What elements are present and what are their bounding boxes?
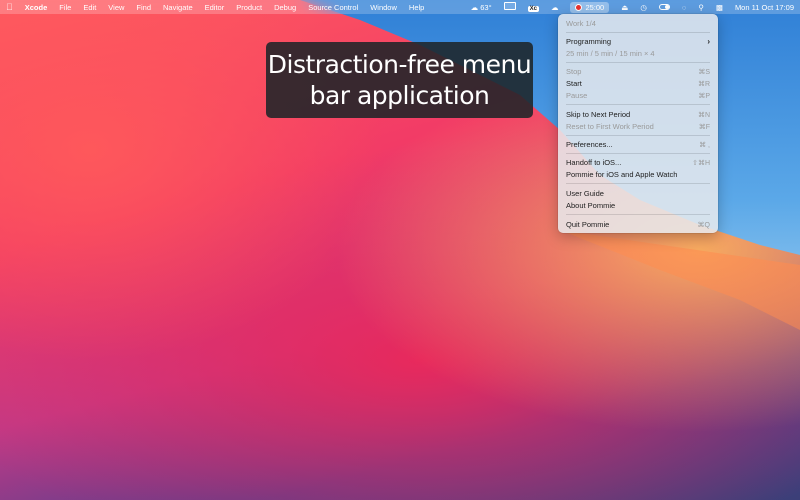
menu-separator	[566, 214, 710, 215]
clock-label[interactable]: Mon 11 Oct 17:09	[729, 3, 800, 12]
cloud-status-item[interactable]: ☁	[545, 3, 565, 12]
menu-separator	[566, 153, 710, 154]
menu-file[interactable]: File	[53, 3, 77, 12]
menu-separator	[566, 135, 710, 136]
control-center-toggle-icon[interactable]	[653, 3, 676, 12]
programming-label: Programming	[566, 37, 612, 46]
menu-help[interactable]: Help	[403, 3, 430, 12]
timer-label: 25:00	[585, 2, 605, 12]
globe-icon[interactable]: ◌	[676, 3, 692, 12]
menu-navigate[interactable]: Navigate	[157, 3, 199, 12]
menu-source-control[interactable]: Source Control	[302, 3, 364, 12]
menu-separator	[566, 183, 710, 184]
caption-line-1: Distraction-free menu	[267, 50, 532, 79]
weather-temp: 63°	[480, 2, 492, 12]
menu-item-quit[interactable]: Quit Pommie ⌘Q	[566, 219, 710, 230]
menu-item-skip[interactable]: Skip to Next Period ⌘N	[566, 109, 710, 120]
menu-item-reset[interactable]: Reset to First Work Period ⌘F	[566, 121, 710, 132]
menu-item-pommie-ios[interactable]: Pommie for iOS and Apple Watch	[566, 169, 710, 180]
menu-item-preferences[interactable]: Preferences... ⌘ ,	[566, 139, 710, 150]
xcode-status-item[interactable]: Xc	[522, 3, 545, 12]
promo-caption: Distraction-free menu bar application	[266, 42, 533, 118]
menu-editor[interactable]: Editor	[199, 3, 231, 12]
eject-icon[interactable]: ⏏	[615, 3, 634, 12]
menu-window[interactable]: Window	[364, 3, 403, 12]
caption-line-2: bar application	[309, 81, 490, 110]
menu-product[interactable]: Product	[230, 3, 268, 12]
menu-item-about[interactable]: About Pommie	[566, 200, 710, 211]
menu-item-pause[interactable]: Pause ⌘P	[566, 90, 710, 101]
menu-edit[interactable]: Edit	[77, 3, 102, 12]
blank-status-item[interactable]	[498, 2, 522, 12]
menu-item-programming[interactable]: Programming ›	[566, 36, 710, 47]
tomato-icon	[575, 3, 583, 11]
menu-find[interactable]: Find	[130, 3, 157, 12]
menu-item-handoff[interactable]: Handoff to iOS... ⇧⌘H	[566, 157, 710, 168]
menu-separator	[566, 62, 710, 63]
menu-view[interactable]: View	[102, 3, 130, 12]
apple-menu-icon[interactable]: 	[0, 2, 19, 12]
menu-header-work: Work 1/4	[566, 19, 596, 28]
menu-durations: 25 min / 5 min / 15 min × 4	[566, 49, 655, 58]
menu-item-user-guide[interactable]: User Guide	[566, 188, 710, 199]
app-menu[interactable]: Xcode	[19, 3, 54, 12]
menu-debug[interactable]: Debug	[268, 3, 302, 12]
time-machine-icon[interactable]: ◷	[634, 3, 653, 12]
menu-separator	[566, 32, 710, 33]
weather-status[interactable]: ☁ 63°	[465, 3, 498, 12]
display-icon[interactable]: ▩	[710, 3, 729, 12]
status-area: ☁ 63° Xc ☁ 25:00 ⏏ ◷ ◌ ⚲ ▩ Mon 11 Oct 17…	[465, 0, 800, 14]
chevron-right-icon: ›	[707, 37, 710, 46]
menu-item-stop[interactable]: Stop ⌘S	[566, 66, 710, 77]
cloud-icon: ☁	[550, 2, 559, 12]
pommie-dropdown-menu: Work 1/4 Programming › 25 min / 5 min / …	[558, 14, 718, 233]
menu-item-start[interactable]: Start ⌘R	[566, 78, 710, 89]
pommie-status-item[interactable]: 25:00	[564, 1, 615, 13]
search-icon[interactable]: ⚲	[692, 3, 710, 12]
menu-separator	[566, 104, 710, 105]
cloud-icon: ☁	[470, 2, 479, 12]
menu-bar:  Xcode File Edit View Find Navigate Edi…	[0, 0, 800, 14]
xcode-icon: Xc	[527, 5, 539, 12]
window-icon	[503, 2, 516, 10]
